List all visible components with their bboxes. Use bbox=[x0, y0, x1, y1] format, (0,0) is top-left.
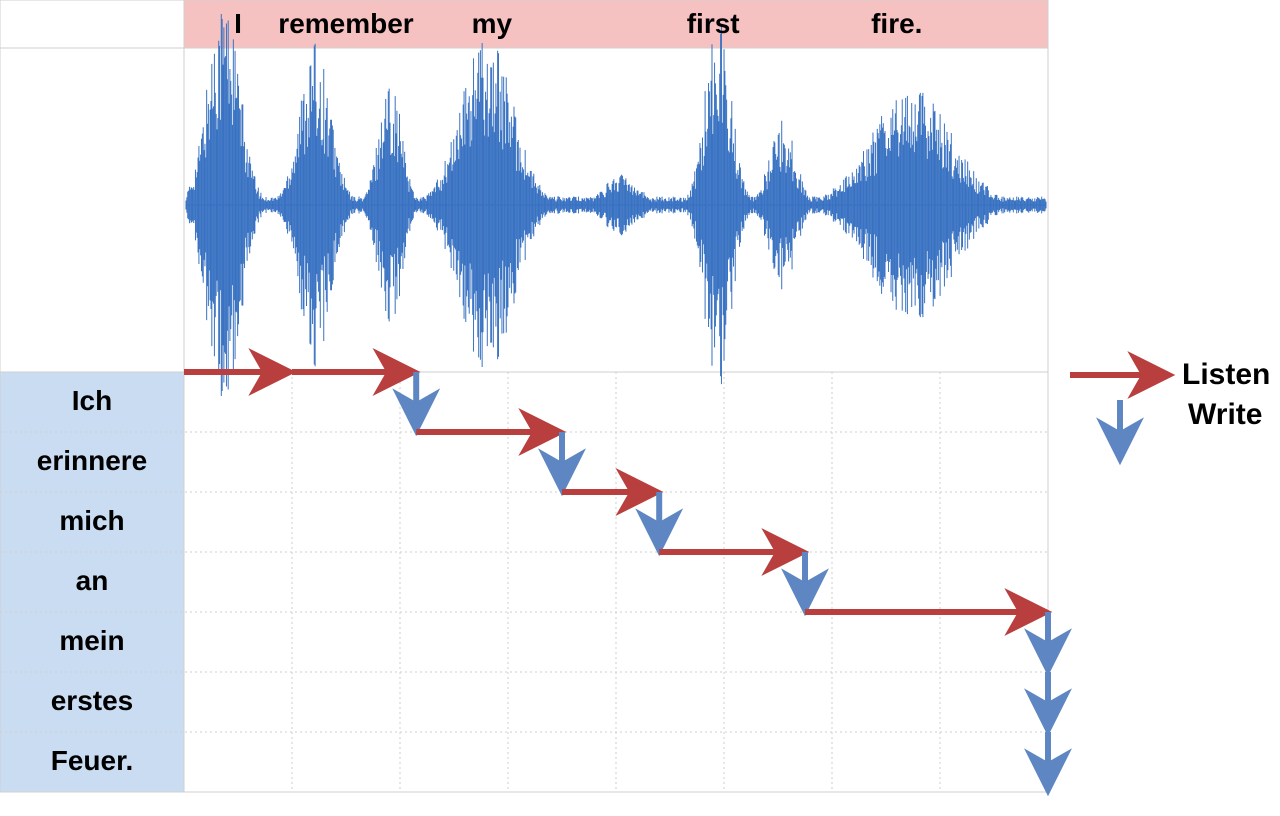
target-word: Feuer. bbox=[0, 745, 184, 777]
source-word: fire. bbox=[797, 8, 997, 40]
target-word: Ich bbox=[0, 385, 184, 417]
target-word: an bbox=[0, 565, 184, 597]
target-word: erinnere bbox=[0, 445, 184, 477]
diagram-stage: Iremembermyfirstfire. Icherinneremichanm… bbox=[0, 0, 1280, 816]
target-word: erstes bbox=[0, 685, 184, 717]
source-word: my bbox=[392, 8, 592, 40]
target-word: mein bbox=[0, 625, 184, 657]
source-word: first bbox=[613, 8, 813, 40]
legend-listen-label: Listen bbox=[1182, 358, 1270, 392]
legend-write-label: Write bbox=[1188, 398, 1262, 432]
diagram-svg bbox=[0, 0, 1280, 816]
target-word: mich bbox=[0, 505, 184, 537]
